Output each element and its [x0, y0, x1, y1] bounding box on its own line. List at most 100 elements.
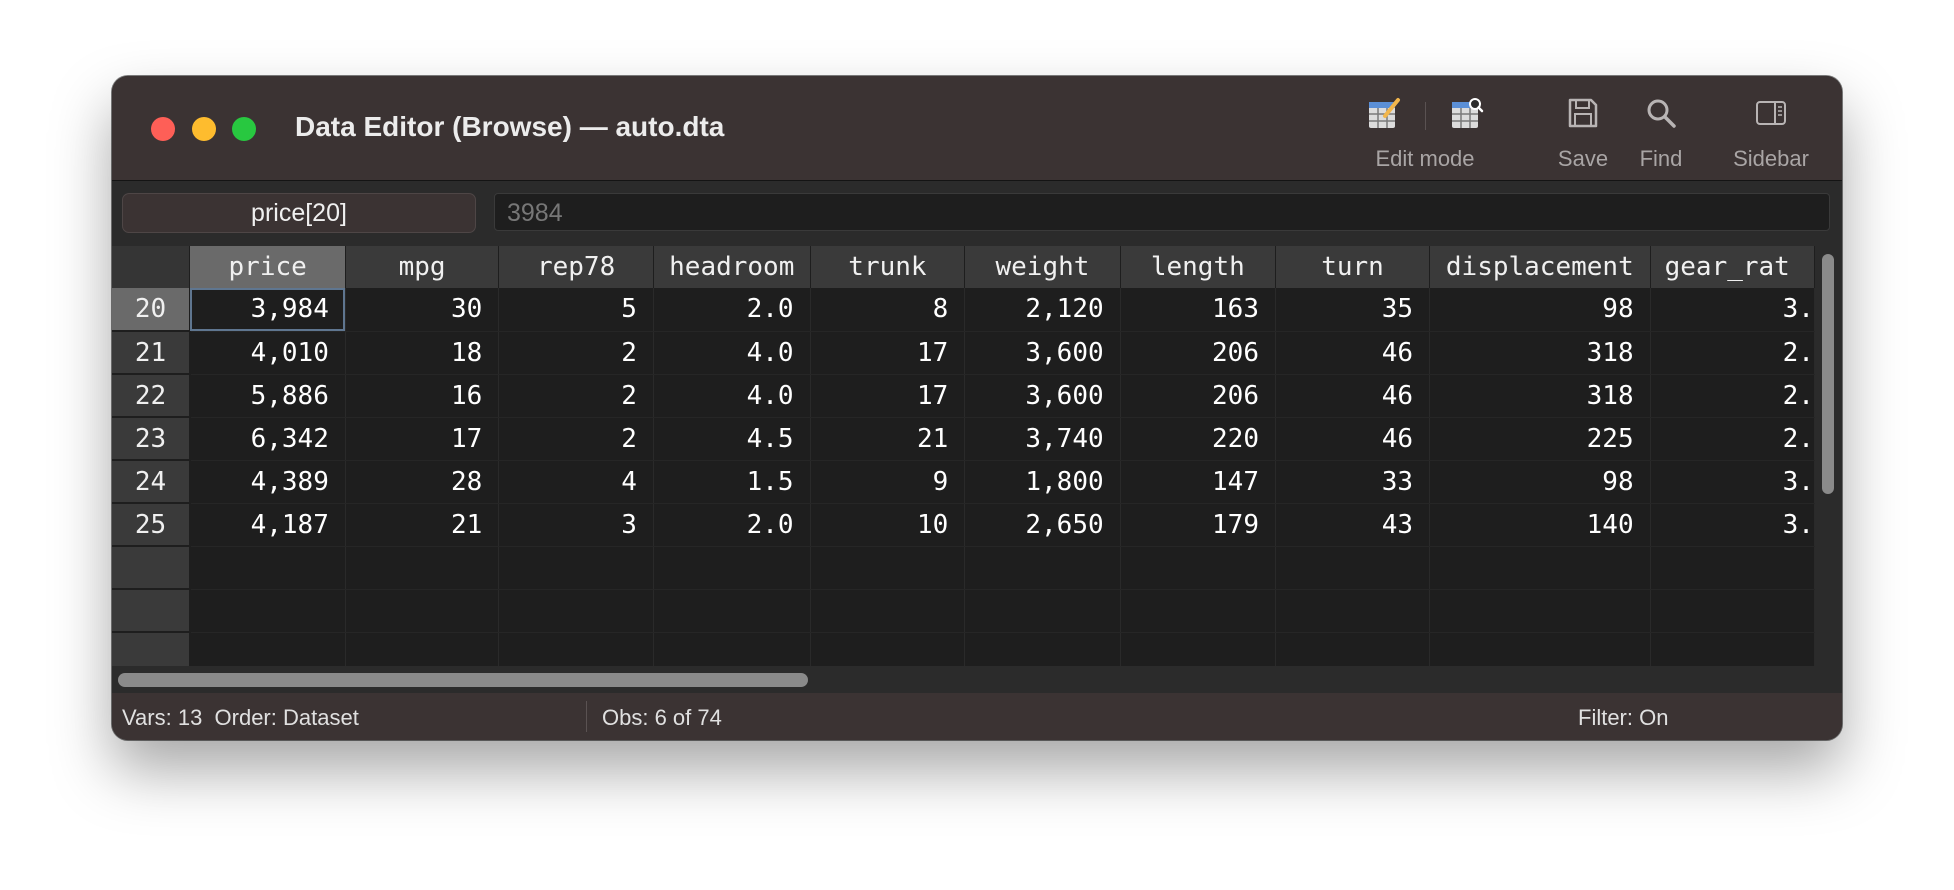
empty-cell[interactable] — [1275, 546, 1431, 590]
table-cell[interactable]: 10 — [810, 503, 966, 547]
table-cell[interactable]: 2.0 — [653, 503, 811, 547]
table-cell[interactable]: 4,010 — [189, 331, 346, 375]
column-header-length[interactable]: length — [1120, 246, 1276, 288]
row-number-empty[interactable] — [112, 632, 191, 666]
table-cell[interactable]: 3,600 — [964, 331, 1121, 375]
table-cell[interactable]: 206 — [1120, 374, 1276, 418]
empty-cell[interactable] — [1275, 589, 1431, 633]
empty-cell[interactable] — [189, 632, 346, 666]
empty-cell[interactable] — [498, 632, 654, 666]
vertical-scrollbar[interactable] — [1815, 246, 1842, 666]
table-cell[interactable]: 3,984 — [189, 288, 346, 332]
row-number[interactable]: 20 — [112, 288, 191, 332]
table-cell[interactable]: 4.5 — [653, 417, 811, 461]
column-header-headroom[interactable]: headroom — [653, 246, 811, 288]
table-cell[interactable]: 2,120 — [964, 288, 1121, 332]
column-header-price[interactable]: price — [189, 246, 346, 288]
table-cell[interactable]: 46 — [1275, 331, 1431, 375]
column-header-mpg[interactable]: mpg — [345, 246, 500, 288]
edit-mode-control[interactable]: Edit mode — [1345, 96, 1505, 172]
table-cell[interactable]: 206 — [1120, 331, 1276, 375]
empty-cell[interactable] — [1275, 632, 1431, 666]
empty-cell[interactable] — [1429, 632, 1651, 666]
table-cell[interactable]: 318 — [1429, 374, 1651, 418]
empty-cell[interactable] — [1650, 589, 1815, 633]
empty-cell[interactable] — [498, 589, 654, 633]
table-cell[interactable]: 21 — [810, 417, 966, 461]
column-header-trunk[interactable]: trunk — [810, 246, 966, 288]
table-cell[interactable]: 2 — [498, 417, 654, 461]
row-number[interactable]: 25 — [112, 503, 191, 547]
table-cell[interactable]: 43 — [1275, 503, 1431, 547]
table-cell[interactable]: 1.5 — [653, 460, 811, 504]
find-button[interactable]: Find — [1626, 96, 1696, 172]
table-cell[interactable]: 3,740 — [964, 417, 1121, 461]
table-cell[interactable]: 18 — [345, 331, 500, 375]
table-cell[interactable]: 8 — [810, 288, 966, 332]
horizontal-scrollbar[interactable] — [112, 666, 1815, 693]
table-cell[interactable]: 2. — [1650, 417, 1815, 461]
empty-cell[interactable] — [498, 546, 654, 590]
empty-cell[interactable] — [189, 589, 346, 633]
table-cell[interactable]: 2,650 — [964, 503, 1121, 547]
empty-cell[interactable] — [1650, 546, 1815, 590]
row-number[interactable]: 23 — [112, 417, 191, 461]
table-cell[interactable]: 2.0 — [653, 288, 811, 332]
minimize-window-button[interactable] — [192, 117, 216, 141]
table-cell[interactable]: 17 — [345, 417, 500, 461]
row-number[interactable]: 22 — [112, 374, 191, 418]
data-grid[interactable]: price mpg rep78 headroom trunk weight le… — [112, 246, 1815, 666]
table-cell[interactable]: 163 — [1120, 288, 1276, 332]
edit-mode-pencil-icon[interactable] — [1367, 96, 1401, 136]
table-cell[interactable]: 2. — [1650, 374, 1815, 418]
table-cell[interactable]: 3. — [1650, 460, 1815, 504]
table-cell[interactable]: 1,800 — [964, 460, 1121, 504]
table-cell[interactable]: 3. — [1650, 288, 1815, 332]
table-cell[interactable]: 2 — [498, 331, 654, 375]
empty-cell[interactable] — [810, 546, 966, 590]
table-cell[interactable]: 220 — [1120, 417, 1276, 461]
grid-corner[interactable] — [112, 246, 191, 288]
cell-reference-field[interactable]: price[20] — [122, 193, 476, 233]
empty-cell[interactable] — [345, 589, 500, 633]
empty-cell[interactable] — [810, 589, 966, 633]
row-number[interactable]: 21 — [112, 331, 191, 375]
table-cell[interactable]: 98 — [1429, 460, 1651, 504]
table-cell[interactable]: 46 — [1275, 417, 1431, 461]
table-cell[interactable]: 179 — [1120, 503, 1276, 547]
vertical-scroll-thumb[interactable] — [1822, 254, 1834, 494]
table-cell[interactable]: 225 — [1429, 417, 1651, 461]
empty-cell[interactable] — [653, 589, 811, 633]
empty-cell[interactable] — [345, 546, 500, 590]
table-cell[interactable]: 17 — [810, 374, 966, 418]
table-cell[interactable]: 28 — [345, 460, 500, 504]
empty-cell[interactable] — [653, 632, 811, 666]
table-cell[interactable]: 4,187 — [189, 503, 346, 547]
table-cell[interactable]: 3 — [498, 503, 654, 547]
row-number-empty[interactable] — [112, 589, 191, 633]
sidebar-toggle-button[interactable]: Sidebar — [1726, 96, 1816, 172]
table-cell[interactable]: 3. — [1650, 503, 1815, 547]
table-cell[interactable]: 33 — [1275, 460, 1431, 504]
table-cell[interactable]: 4.0 — [653, 331, 811, 375]
empty-cell[interactable] — [653, 546, 811, 590]
horizontal-scroll-thumb[interactable] — [118, 673, 808, 687]
table-cell[interactable]: 6,342 — [189, 417, 346, 461]
cell-value-input[interactable]: 3984 — [494, 193, 1830, 231]
empty-cell[interactable] — [964, 589, 1121, 633]
table-cell[interactable]: 318 — [1429, 331, 1651, 375]
table-cell[interactable]: 4.0 — [653, 374, 811, 418]
table-cell[interactable]: 2. — [1650, 331, 1815, 375]
empty-cell[interactable] — [1429, 589, 1651, 633]
table-cell[interactable]: 5 — [498, 288, 654, 332]
empty-cell[interactable] — [1650, 632, 1815, 666]
column-header-weight[interactable]: weight — [964, 246, 1121, 288]
table-cell[interactable]: 3,600 — [964, 374, 1121, 418]
empty-cell[interactable] — [1120, 632, 1276, 666]
empty-cell[interactable] — [345, 632, 500, 666]
save-button[interactable]: Save — [1548, 96, 1618, 172]
table-cell[interactable]: 30 — [345, 288, 500, 332]
table-cell[interactable]: 35 — [1275, 288, 1431, 332]
empty-cell[interactable] — [1120, 546, 1276, 590]
table-cell[interactable]: 46 — [1275, 374, 1431, 418]
